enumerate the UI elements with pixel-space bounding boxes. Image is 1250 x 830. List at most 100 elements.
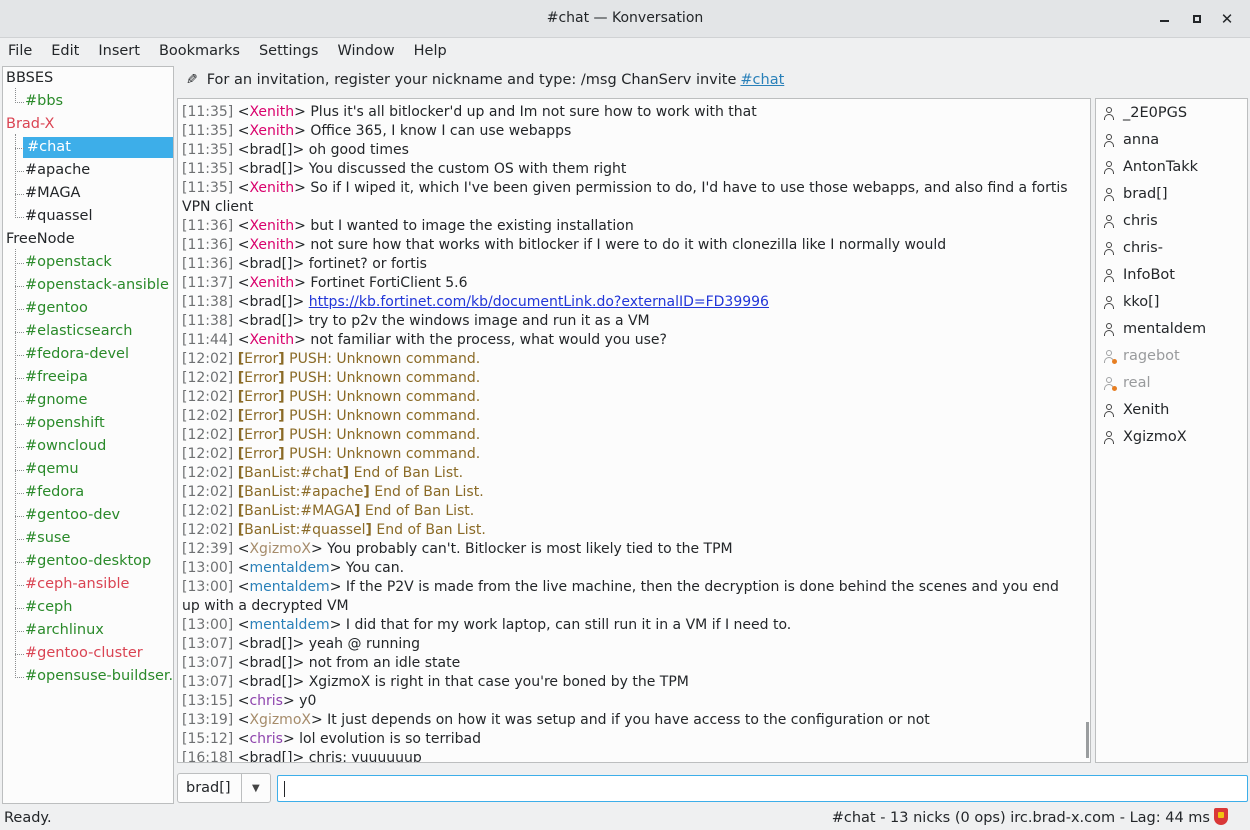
topic-channel-link[interactable]: #chat xyxy=(740,72,784,88)
nick-list-item[interactable]: Xenith xyxy=(1104,399,1169,421)
user-icon-body xyxy=(1104,221,1114,228)
nick-list-item[interactable]: kko[] xyxy=(1104,291,1159,313)
message-nick[interactable]: Xenith xyxy=(249,123,294,139)
nick-list-item[interactable]: brad[] xyxy=(1104,183,1168,205)
message-nick[interactable]: Xenith xyxy=(249,332,294,348)
menu-help[interactable]: Help xyxy=(414,43,447,59)
tree-channel-item[interactable]: #gentoo-cluster xyxy=(25,643,143,664)
nick-list-item[interactable]: InfoBot xyxy=(1104,264,1175,286)
menu-bookmarks[interactable]: Bookmarks xyxy=(159,43,240,59)
tree-server-item[interactable]: Brad-X xyxy=(6,114,54,135)
message-nick[interactable]: brad[] xyxy=(249,750,292,762)
tree-channel-item[interactable]: #gentoo-desktop xyxy=(25,551,151,572)
message-nick[interactable]: Xenith xyxy=(249,218,294,234)
menu-file[interactable]: File xyxy=(8,43,32,59)
message-nick[interactable]: XgizmoX xyxy=(249,712,311,728)
message-nick[interactable]: Xenith xyxy=(249,104,294,120)
tree-channel-item[interactable]: #quassel xyxy=(25,206,93,227)
message-nick[interactable]: brad[] xyxy=(249,655,292,671)
nick-selector[interactable]: brad[] ▼ xyxy=(177,773,271,803)
tree-channel-item[interactable]: #chat xyxy=(23,137,173,158)
tree-branch-line xyxy=(15,217,24,218)
tree-channel-item[interactable]: #openshift xyxy=(25,413,105,434)
tree-channel-item[interactable]: #gnome xyxy=(25,390,87,411)
tree-channel-item[interactable]: #freeipa xyxy=(25,367,88,388)
tree-channel-item[interactable]: #openstack xyxy=(25,252,112,273)
chevron-down-icon[interactable]: ▼ xyxy=(240,774,270,802)
message-link[interactable]: https://kb.fortinet.com/kb/documentLink.… xyxy=(309,294,769,310)
nick-list-item[interactable]: anna xyxy=(1104,129,1159,151)
message-nick[interactable]: mentaldem xyxy=(249,617,329,633)
minimize-button[interactable] xyxy=(1154,9,1174,29)
ssl-shield-icon[interactable] xyxy=(1214,808,1228,825)
tree-channel-item[interactable]: #bbs xyxy=(25,91,63,112)
tree-channel-item[interactable]: #fedora-devel xyxy=(25,344,129,365)
message-text: not from an idle state xyxy=(308,655,461,671)
tree-branch-line xyxy=(15,516,24,517)
message-nick[interactable]: brad[] xyxy=(249,294,292,310)
message-nick[interactable]: brad[] xyxy=(249,674,292,690)
message-nick[interactable]: XgizmoX xyxy=(249,541,311,557)
message-nick[interactable]: brad[] xyxy=(249,636,292,652)
nick-list-item[interactable]: chris xyxy=(1104,210,1158,232)
chat-scrollbar[interactable] xyxy=(1086,722,1089,758)
tree-channel-item[interactable]: #opensuse-buildser... xyxy=(25,666,173,687)
message-nick[interactable]: brad[] xyxy=(249,142,292,158)
tree-channel-item[interactable]: #apache xyxy=(25,160,90,181)
tree-channel-item[interactable]: #suse xyxy=(25,528,70,549)
nick-list-item[interactable]: AntonTakk xyxy=(1104,156,1198,178)
pencil-icon[interactable]: ✎ xyxy=(186,72,198,88)
tree-channel-item[interactable]: #fedora xyxy=(25,482,84,503)
tree-channel-item[interactable]: #gentoo-dev xyxy=(25,505,120,526)
tree-channel-item[interactable]: #ceph xyxy=(25,597,72,618)
nick-list-item[interactable]: mentaldem xyxy=(1104,318,1206,340)
tree-channel-item[interactable]: #openstack-ansible xyxy=(25,275,169,296)
message-nick[interactable]: brad[] xyxy=(249,313,292,329)
nick-list-item[interactable]: XgizmoX xyxy=(1104,426,1187,448)
message-timestamp: [11:35] xyxy=(182,180,234,196)
message-nick[interactable]: chris xyxy=(249,693,283,709)
message-timestamp: [12:02] xyxy=(182,522,234,538)
message-nick[interactable]: brad[] xyxy=(249,161,292,177)
message-nick[interactable]: Xenith xyxy=(249,275,294,291)
maximize-button[interactable] xyxy=(1187,9,1207,29)
message-nick[interactable]: brad[] xyxy=(249,256,292,272)
nick-list-item[interactable]: chris- xyxy=(1104,237,1163,259)
menu-edit[interactable]: Edit xyxy=(51,43,79,59)
message-nick[interactable]: mentaldem xyxy=(249,560,329,576)
message-nick[interactable]: Xenith xyxy=(249,237,294,253)
system-bracket: ] xyxy=(278,446,285,462)
message-timestamp: [13:00] xyxy=(182,579,234,595)
tree-channel-item[interactable]: #owncloud xyxy=(25,436,106,457)
chat-view[interactable]: [11:35] <Xenith> Plus it's all bitlocker… xyxy=(177,98,1091,763)
nick-list[interactable]: _2E0PGSanna AntonTakk brad[] chris chris- Inf… xyxy=(1095,98,1248,763)
message-nick[interactable]: Xenith xyxy=(249,180,294,196)
tree-channel-item[interactable]: #qemu xyxy=(25,459,79,480)
nick-name: ragebot xyxy=(1123,348,1180,364)
nick-list-item[interactable]: real xyxy=(1104,372,1150,394)
tree-channel-item[interactable]: #archlinux xyxy=(25,620,104,641)
chat-message: [13:19] <XgizmoX> It just depends on how… xyxy=(182,712,930,728)
message-nick[interactable]: mentaldem xyxy=(249,579,329,595)
nick-list-item[interactable]: ragebot xyxy=(1104,345,1180,367)
user-icon-body xyxy=(1104,275,1114,282)
tree-channel-item[interactable]: #gentoo xyxy=(25,298,88,319)
close-button[interactable]: ✕ xyxy=(1217,9,1237,29)
chat-message: [13:07] <brad[]> not from an idle state xyxy=(182,655,461,671)
menu-settings[interactable]: Settings xyxy=(259,43,318,59)
message-input[interactable] xyxy=(277,775,1248,802)
tree-channel-item[interactable]: #ceph-ansible xyxy=(25,574,129,595)
menu-window[interactable]: Window xyxy=(337,43,394,59)
chat-message: [11:36] <Xenith> but I wanted to image t… xyxy=(182,218,634,234)
nick-list-item[interactable]: _2E0PGS xyxy=(1104,102,1187,124)
tree-server-item[interactable]: FreeNode xyxy=(6,229,75,250)
tree-channel-item[interactable]: #MAGA xyxy=(25,183,80,204)
menu-insert[interactable]: Insert xyxy=(98,43,140,59)
user-icon xyxy=(1104,349,1117,364)
message-nick[interactable]: chris xyxy=(249,731,283,747)
user-icon xyxy=(1104,376,1117,391)
message-text: You can. xyxy=(345,560,405,576)
tree-server-item[interactable]: BBSES xyxy=(6,68,53,89)
topic-bar: ✎ For an invitation, register your nickn… xyxy=(178,66,1248,94)
tree-channel-item[interactable]: #elasticsearch xyxy=(25,321,132,342)
